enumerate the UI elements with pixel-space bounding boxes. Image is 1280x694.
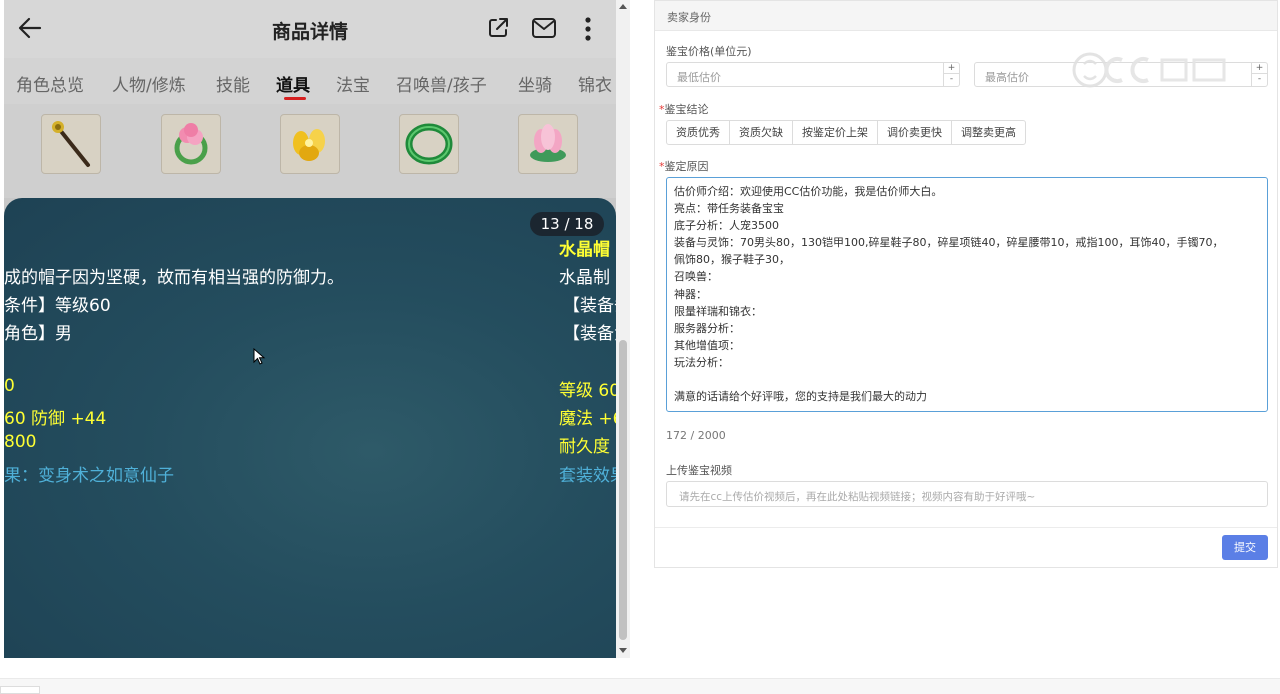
tab-skills[interactable]: 技能 [216,71,250,96]
detail-set-effect: 果：变身术之如意仙子 [4,466,174,486]
reason-line [674,371,1260,388]
item-slot[interactable] [161,114,221,174]
video-link-input[interactable]: 请先在cc上传估价视频后，再在此处粘贴视频链接；视频内容有助于好评哦~ [666,481,1268,507]
detail-stat: 等级 60 [559,381,616,401]
reason-line: 召唤兽： [674,270,718,284]
tab-items[interactable]: 道具 [276,71,310,96]
video-label: 上传鉴宝视频 [666,464,732,477]
pink-flower-ring-icon [174,123,208,165]
watermark-logo-icon [1072,52,1226,88]
item-detail-card: 13 / 18 成的帽子因为坚硬，故而有相当强的防御力。 条件】等级60 角色】… [4,198,616,658]
page-title: 商品详情 [271,21,348,43]
detail-description: 水晶制 [559,268,610,288]
reason-textarea[interactable]: 估价师介绍：欢迎使用CC估价功能，我是估价师大白。 亮点：带任务装备宝宝 底子分… [666,177,1268,412]
mouse-cursor-icon [253,348,266,365]
reason-line: 亮点：带任务装备宝宝 [674,202,784,216]
bottom-tab[interactable] [0,686,40,694]
mail-icon[interactable] [531,17,557,39]
min-price-input[interactable]: 最低估价 + - [666,62,960,87]
scroll-up-arrow-icon[interactable] [619,4,627,9]
detail-set-effect: 套装效果 [559,466,616,486]
tab-pets[interactable]: 召唤兽/孩子 [396,71,487,96]
phone-screen: 商品详情 角色总览 人物/修炼 技能 道具 法宝 召唤兽/孩子 坐骑 锦衣 13… [4,0,616,658]
bottom-status-bar [0,678,1280,694]
scroll-down-arrow-icon[interactable] [619,648,627,653]
max-price-placeholder: 最高估价 [985,71,1029,84]
more-vertical-icon[interactable] [582,16,594,42]
video-link-placeholder: 请先在cc上传估价视频后，再在此处粘贴视频链接；视频内容有助于好评哦~ [679,491,1036,503]
reason-line: 装备与灵饰：70男头80，130铠甲100,碎星鞋子80，碎星项链40，碎星腰带… [674,236,1224,250]
tab-character[interactable]: 人物/修炼 [112,71,186,96]
min-price-stepper[interactable]: + - [943,63,959,86]
reason-label: *鉴定原因 [659,158,709,174]
detail-stat: 60 防御 +44 [4,409,107,429]
tab-outfits[interactable]: 锦衣 [578,71,612,96]
item-slot[interactable] [518,114,578,174]
submit-button[interactable]: 提交 [1222,535,1268,560]
reason-label-text: 鉴定原因 [664,160,709,173]
detail-stat: 耐久度 [559,437,610,457]
reason-line: 满意的话请给个好评哦，您的支持是我们最大的动力 [674,390,927,404]
reason-line: 估价师介绍：欢迎使用CC估价功能，我是估价师大白。 [674,185,943,198]
lotus-icon [530,124,566,162]
top-bar: 商品详情 [4,0,616,58]
item-slot[interactable] [41,114,101,174]
price-label: 鉴宝价格(单位元) [666,45,752,58]
active-tab-indicator [284,97,306,100]
increment-icon[interactable]: + [944,63,959,74]
min-price-placeholder: 最低估价 [677,71,721,84]
max-price-stepper[interactable]: + - [1251,63,1267,86]
conclusion-button-sell-faster[interactable]: 调价卖更快 [877,120,952,145]
reason-line: 神器： [674,287,707,301]
tab-mounts[interactable]: 坐骑 [518,71,552,96]
tab-treasures[interactable]: 法宝 [336,71,370,96]
conclusion-button-lacking[interactable]: 资质欠缺 [729,120,793,145]
character-count: 172 / 2000 [666,429,726,442]
item-slot[interactable] [280,114,340,174]
reason-line: 玩法分析： [674,355,729,369]
tab-overview[interactable]: 角色总览 [16,71,84,96]
reason-line: 底子分析：人宠3500 [674,219,779,233]
detail-role: 【装备角 [563,324,616,344]
reason-line: 其他增值项： [674,338,740,352]
panel-header-title: 卖家身份 [667,11,711,24]
gold-flower-icon [293,129,325,161]
decrement-icon[interactable]: - [944,74,959,85]
item-slot[interactable] [399,114,459,174]
detail-description: 成的帽子因为坚硬，故而有相当强的防御力。 [4,268,344,288]
conclusion-button-list-at-price[interactable]: 按鉴定价上架 [792,120,878,145]
conclusion-button-sell-higher[interactable]: 调整卖更高 [951,120,1026,145]
detail-item-name: 水晶帽 [559,240,610,260]
detail-level-requirement: 【装备条 [563,296,616,316]
decrement-icon[interactable]: - [1252,74,1267,85]
panel-header: 卖家身份 [655,1,1277,31]
reason-line: 限量祥瑞和锦衣： [674,304,762,318]
increment-icon[interactable]: + [1252,63,1267,74]
conclusion-label: *鉴宝结论 [659,101,709,117]
page-scrollbar[interactable] [616,0,630,658]
item-list [4,104,616,198]
detail-role: 角色】男 [4,324,72,344]
conclusion-button-excellent[interactable]: 资质优秀 [666,120,730,145]
conclusion-button-group: 资质优秀 资质欠缺 按鉴定价上架 调价卖更快 调整卖更高 [666,120,1026,145]
detail-stat: 0 [4,376,15,396]
jade-bracelet-icon [405,123,453,165]
conclusion-label-text: 鉴宝结论 [664,103,709,116]
divider [655,527,1277,528]
staff-icon [52,121,90,167]
detail-stat: 魔法 +6 [559,409,616,429]
scroll-thumb[interactable] [619,340,627,640]
detail-level-requirement: 条件】等级60 [4,296,111,316]
share-icon[interactable] [486,16,510,40]
reason-line: 佩饰80，猴子鞋子30， [674,253,790,267]
page-counter: 13 / 18 [530,212,604,236]
reason-line: 服务器分析： [674,321,740,335]
category-tabs: 角色总览 人物/修炼 技能 道具 法宝 召唤兽/孩子 坐骑 锦衣 [4,58,616,104]
detail-stat: 800 [4,432,37,452]
